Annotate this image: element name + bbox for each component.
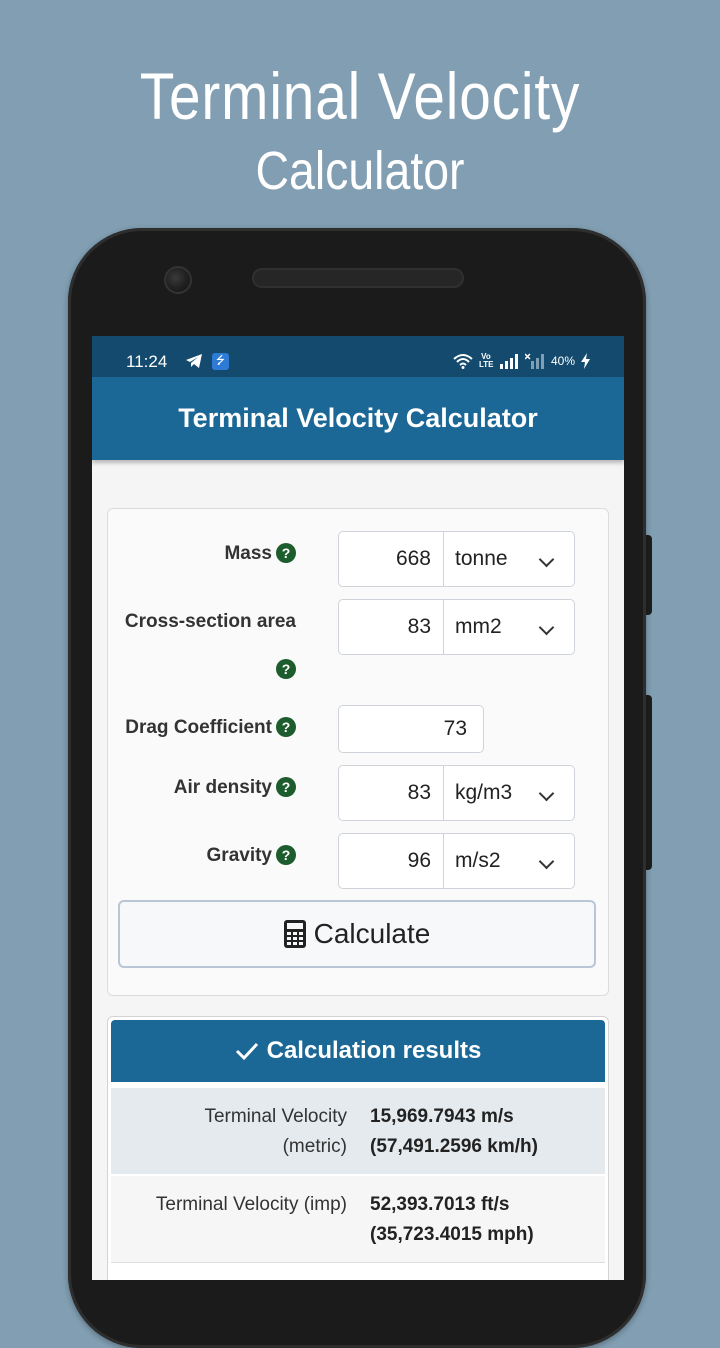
calculator-icon — [283, 920, 306, 948]
chevron-down-icon — [538, 785, 555, 802]
mass-input[interactable]: 668 — [339, 532, 443, 586]
signal-no-service-icon — [524, 353, 544, 369]
area-unit-select[interactable]: mm2 — [443, 600, 574, 654]
volte-label: Vo LTE — [478, 352, 494, 369]
chevron-down-icon — [538, 619, 555, 636]
status-bar: 11:24 ⭍ Vo LTE 40% — [92, 336, 624, 377]
field-label-gravity: Gravity? — [207, 845, 296, 867]
result-row-metric: Terminal Velocity (metric) 15,969.7943 m… — [111, 1088, 605, 1174]
mass-unit-value: tonne — [455, 547, 508, 570]
status-indicators: Vo LTE 40% — [453, 353, 590, 369]
field-label-mass: Mass? — [224, 543, 296, 565]
chevron-down-icon — [538, 551, 555, 568]
air-density-input[interactable]: 83 — [339, 766, 443, 820]
air-density-input-group: 83 kg/m3 — [338, 765, 575, 821]
check-icon — [235, 1042, 258, 1061]
usb-icon: ⭍ — [212, 353, 229, 370]
result-label-metric: Terminal Velocity (metric) — [204, 1106, 347, 1157]
gravity-input[interactable]: 96 — [339, 834, 443, 888]
mass-unit-select[interactable]: tonne — [443, 532, 574, 586]
calculate-label: Calculate — [313, 918, 431, 949]
drag-coefficient-input[interactable]: 73 — [339, 706, 483, 752]
results-card: Calculation results Terminal Velocity (m… — [107, 1016, 609, 1280]
charging-icon — [581, 353, 590, 369]
results-header-label: Calculation results — [266, 1037, 482, 1064]
help-icon[interactable]: ? — [276, 659, 296, 679]
gravity-unit-select[interactable]: m/s2 — [443, 834, 574, 888]
front-camera-icon — [164, 266, 192, 294]
area-input[interactable]: 83 — [339, 600, 443, 654]
result-label-imperial: Terminal Velocity (imp) — [155, 1194, 347, 1215]
gravity-unit-value: m/s2 — [455, 849, 501, 872]
area-unit-value: mm2 — [455, 615, 502, 638]
result-value-metric: 15,969.7943 m/s (57,491.2596 km/h) — [370, 1106, 538, 1157]
app-bar-title: Terminal Velocity Calculator — [92, 377, 624, 460]
wifi-icon — [453, 354, 473, 369]
battery-percentage: 40% — [550, 354, 575, 368]
field-label-cross-section-area: Cross-section area — [124, 611, 296, 632]
chevron-down-icon — [538, 853, 555, 870]
help-icon[interactable]: ? — [276, 845, 296, 865]
promo-subtitle: Calculator — [255, 141, 465, 201]
status-time: 11:24 — [126, 352, 168, 371]
area-input-group: 83 mm2 — [338, 599, 575, 655]
drag-input-group: 73 — [338, 705, 484, 753]
result-value-imperial: 52,393.7013 ft/s (35,723.4015 mph) — [370, 1194, 534, 1245]
mass-input-group: 668 tonne — [338, 531, 575, 587]
field-label-air-density: Air density? — [174, 777, 296, 799]
telegram-icon — [186, 354, 202, 368]
gravity-input-group: 96 m/s2 — [338, 833, 575, 889]
help-icon[interactable]: ? — [276, 717, 296, 737]
phone-screen: 11:24 ⭍ Vo LTE 40% Terminal Velocity Cal… — [92, 336, 624, 1280]
field-label-drag-coefficient: Drag Coefficient? — [125, 717, 296, 739]
help-icon[interactable]: ? — [276, 777, 296, 797]
help-icon[interactable]: ? — [276, 543, 296, 563]
signal-icon — [499, 354, 518, 369]
result-row-imperial: Terminal Velocity (imp) 52,393.7013 ft/s… — [111, 1176, 605, 1263]
calculator-form: Mass? 668 tonne Cross-section area ? 83 … — [107, 508, 609, 996]
air-density-unit-value: kg/m3 — [455, 781, 513, 804]
air-density-unit-select[interactable]: kg/m3 — [443, 766, 574, 820]
earpiece-speaker — [252, 268, 464, 288]
promo-title: Terminal Velocity — [139, 59, 581, 133]
calculate-button[interactable]: Calculate — [118, 900, 596, 968]
results-header: Calculation results — [111, 1020, 605, 1082]
